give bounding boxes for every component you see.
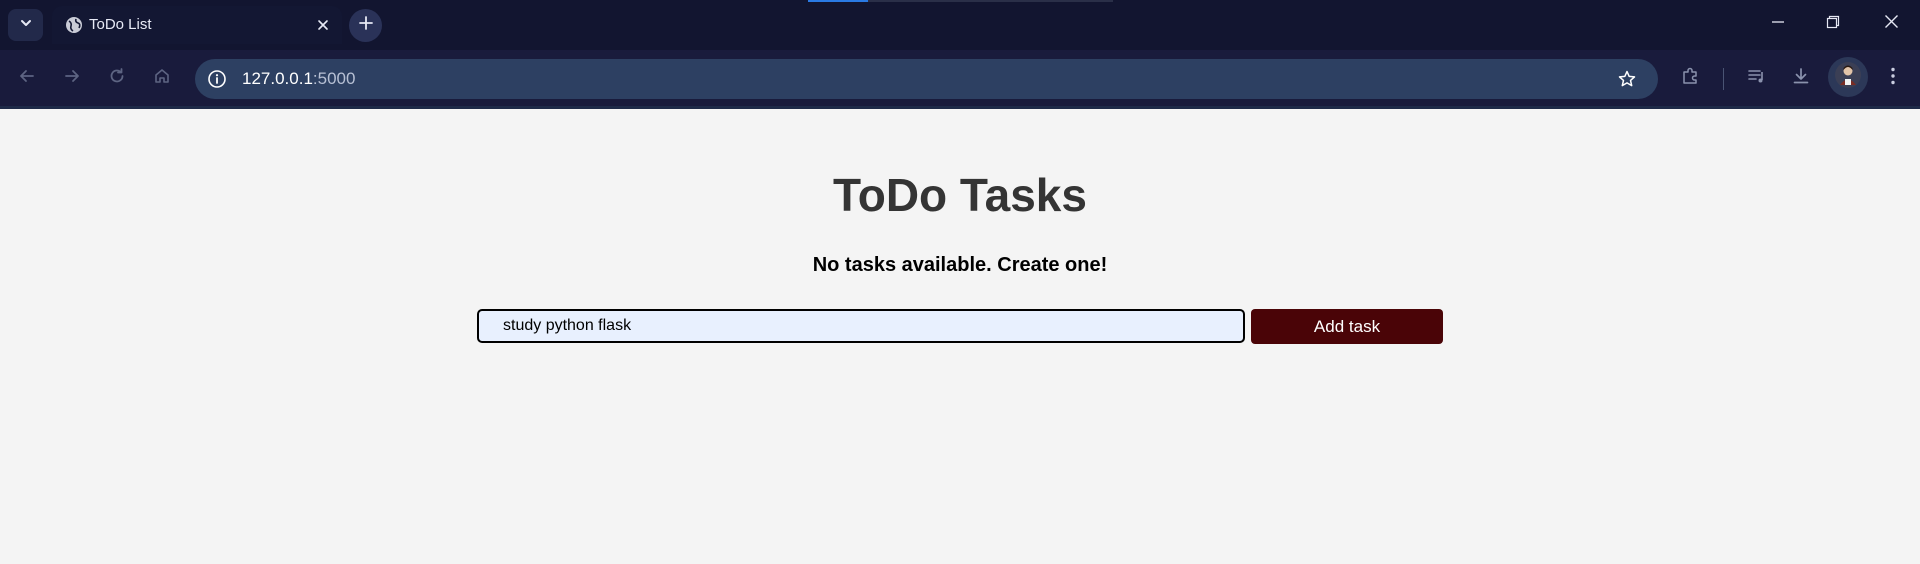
media-controls-button[interactable] [1741, 62, 1773, 94]
toolbar-divider [1723, 68, 1724, 90]
reload-icon [108, 67, 126, 90]
add-task-button[interactable]: Add task [1251, 309, 1443, 344]
tab-indicator [808, 0, 868, 2]
profile-button[interactable] [1828, 57, 1868, 97]
browser-menu-button[interactable] [1877, 62, 1909, 94]
browser-toolbar: 127.0.0.1:5000 [0, 50, 1920, 106]
globe-icon [64, 15, 84, 35]
empty-tasks-message: No tasks available. Create one! [812, 254, 1108, 276]
browser-tabstrip: ToDo List [0, 0, 1920, 50]
tab-indicator-track [868, 0, 1113, 2]
restore-button[interactable] [1808, 5, 1858, 43]
arrow-left-icon [18, 67, 36, 90]
kebab-menu-icon [1890, 66, 1896, 91]
plus-icon [358, 15, 374, 36]
url-port: :5000 [312, 69, 356, 88]
download-icon [1791, 66, 1811, 91]
downloads-button[interactable] [1785, 62, 1817, 94]
url-text: 127.0.0.1:5000 [242, 69, 355, 89]
minimize-button[interactable] [1753, 5, 1803, 43]
task-input[interactable] [477, 309, 1245, 343]
tab-todo-list[interactable]: ToDo List [52, 6, 342, 44]
info-icon[interactable] [203, 65, 231, 93]
puzzle-icon [1681, 66, 1701, 91]
back-button[interactable] [11, 62, 43, 94]
extensions-button[interactable] [1675, 62, 1707, 94]
page-title: ToDo Tasks [833, 169, 1087, 221]
forward-button[interactable] [56, 62, 88, 94]
page-content: ToDo Tasks No tasks available. Create on… [0, 109, 1920, 564]
chevron-down-icon [19, 16, 33, 35]
avatar-icon [1834, 61, 1862, 94]
tab-search-button[interactable] [8, 9, 43, 41]
close-icon[interactable] [312, 14, 334, 36]
address-bar[interactable]: 127.0.0.1:5000 [195, 59, 1658, 99]
star-icon[interactable] [1614, 66, 1640, 92]
tab-title: ToDo List [89, 16, 152, 33]
playlist-icon [1747, 66, 1767, 91]
url-host: 127.0.0.1 [242, 69, 313, 88]
arrow-right-icon [63, 67, 81, 90]
reload-button[interactable] [101, 62, 133, 94]
close-window-button[interactable] [1866, 5, 1916, 43]
home-button[interactable] [146, 62, 178, 94]
home-icon [153, 67, 171, 90]
restore-icon [1826, 15, 1840, 34]
new-tab-button[interactable] [349, 9, 382, 42]
close-icon [1884, 14, 1899, 34]
minimize-icon [1771, 15, 1785, 34]
